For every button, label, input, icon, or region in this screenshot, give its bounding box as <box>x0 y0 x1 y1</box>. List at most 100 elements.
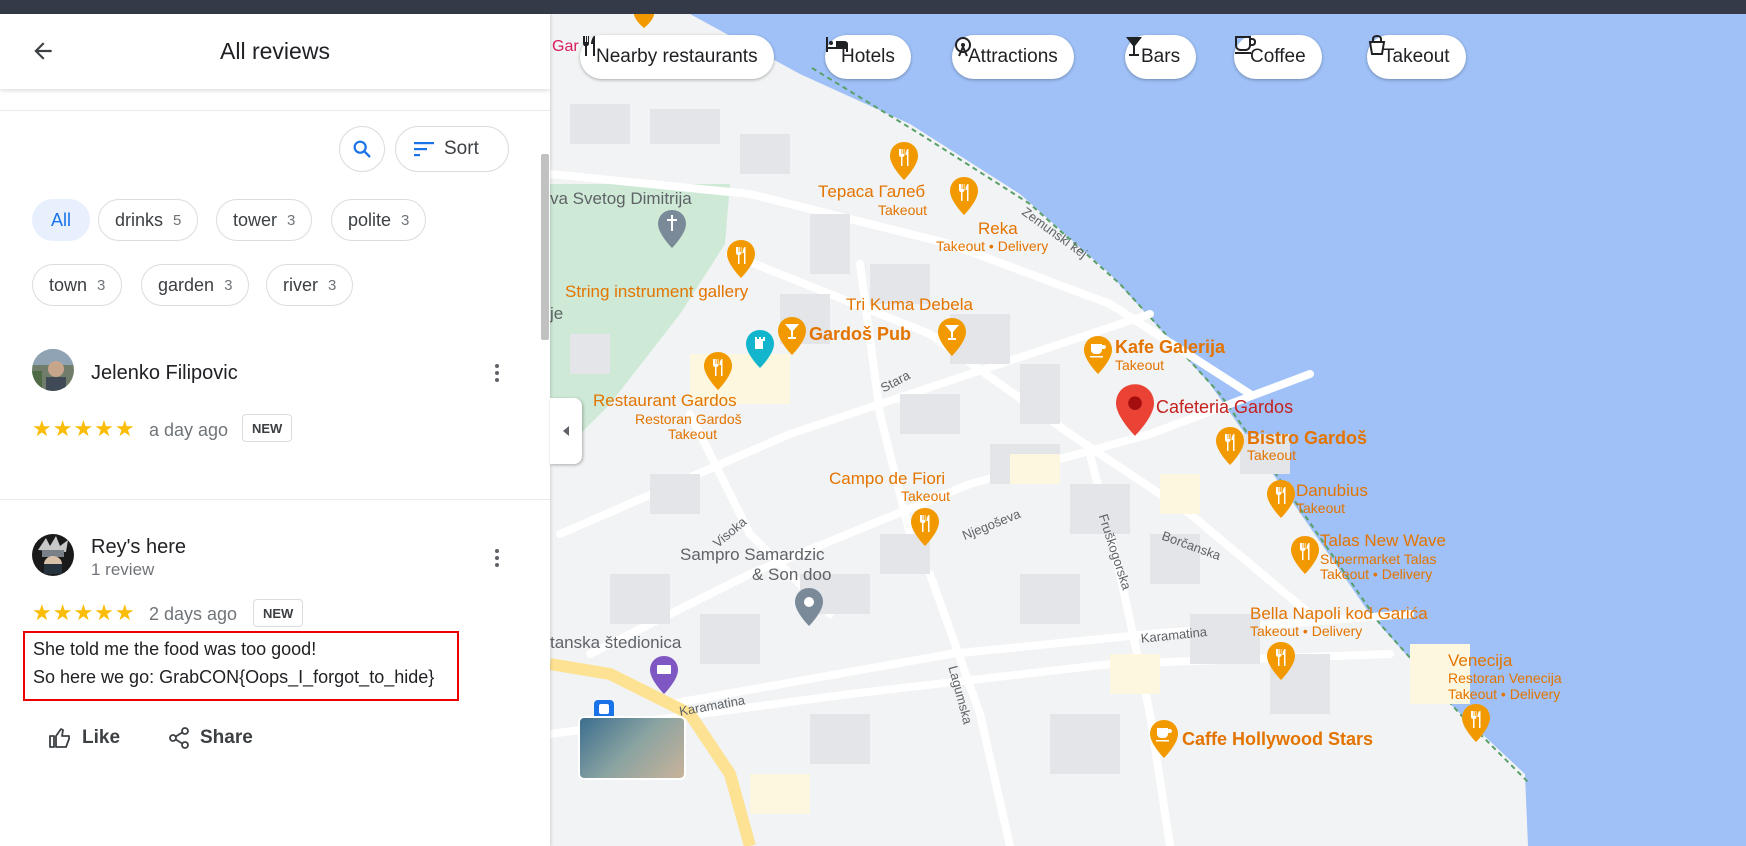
panel-header: All reviews <box>0 14 550 89</box>
share-label: Share <box>200 727 253 748</box>
coffee-pin-icon[interactable] <box>1150 720 1178 758</box>
sort-button[interactable]: Sort <box>395 126 509 172</box>
map-label[interactable]: Danubius <box>1296 481 1368 501</box>
sort-label: Sort <box>444 138 479 159</box>
filter-chip-garden[interactable]: garden 3 <box>141 264 250 306</box>
ferris-wheel-icon <box>955 37 971 57</box>
map-label[interactable]: String instrument gallery <box>565 282 748 302</box>
church-pin-icon[interactable] <box>658 210 686 248</box>
map-label: Takeout • Delivery <box>936 238 1049 254</box>
category-label: Nearby restaurants <box>596 46 758 67</box>
coffee-pin-icon[interactable] <box>1084 336 1112 374</box>
restaurant-pin-icon[interactable] <box>634 14 654 28</box>
divider <box>0 110 550 111</box>
category-chip-restaurants[interactable]: Nearby restaurants <box>580 35 774 79</box>
chip-label: All <box>50 209 71 230</box>
map-label[interactable]: Reka <box>978 219 1018 239</box>
restaurant-pin-icon[interactable] <box>1267 642 1295 680</box>
thumb-up-icon <box>49 728 70 748</box>
filter-chip-tower[interactable]: tower 3 <box>216 199 313 241</box>
category-chip-coffee[interactable]: Coffee <box>1234 35 1322 79</box>
restaurant-pin-icon[interactable] <box>911 508 939 546</box>
restaurant-pin-icon[interactable] <box>1216 427 1244 465</box>
avatar[interactable] <box>32 534 74 576</box>
restaurant-pin-icon[interactable] <box>950 177 978 215</box>
map-label: Takeout <box>1247 447 1297 463</box>
map-label[interactable]: Bistro Gardoš <box>1247 428 1367 449</box>
satellite-layer-thumbnail[interactable] <box>578 716 686 780</box>
selected-place-pin-icon[interactable] <box>1116 384 1154 436</box>
like-button[interactable]: Like <box>48 726 120 750</box>
restaurant-pin-icon[interactable] <box>890 142 918 180</box>
category-chip-attractions[interactable]: Attractions <box>952 35 1074 79</box>
chevron-left-icon <box>563 426 569 436</box>
reviewer-name[interactable]: Rey's here <box>91 536 186 559</box>
filter-chip-river[interactable]: river 3 <box>266 264 354 306</box>
category-chip-hotels[interactable]: Hotels <box>825 35 911 79</box>
category-label: Takeout <box>1383 46 1450 67</box>
avatar[interactable] <box>32 349 74 391</box>
map-label[interactable]: Tri Kuma Debela <box>846 295 973 315</box>
restaurant-pin-icon[interactable] <box>1267 480 1295 518</box>
filter-chip-polite[interactable]: polite 3 <box>331 199 427 241</box>
share-icon <box>169 727 189 749</box>
chip-label: garden <box>158 274 215 295</box>
map-label[interactable]: Bella Napoli kod Garića <box>1250 604 1428 624</box>
window-top-bar <box>0 0 1746 14</box>
place-pin-icon[interactable] <box>795 588 823 626</box>
category-chip-takeout[interactable]: Takeout <box>1367 35 1466 79</box>
category-label: Coffee <box>1250 46 1306 67</box>
map-label: va Svetog Dimitrija <box>550 189 692 208</box>
more-options-button[interactable] <box>487 358 507 388</box>
sort-icon <box>414 142 434 157</box>
map-label[interactable]: Restaurant Gardos <box>593 391 737 411</box>
map-label[interactable]: Sampro Samardzic <box>680 545 825 565</box>
collapse-panel-button[interactable] <box>550 398 582 464</box>
category-chip-bars[interactable]: Bars <box>1125 35 1197 79</box>
tower-pin-icon[interactable] <box>746 330 774 368</box>
more-options-button[interactable] <box>487 543 507 573</box>
like-label: Like <box>82 727 121 748</box>
atm-pin-icon[interactable] <box>650 656 678 694</box>
restaurant-pin-icon[interactable] <box>1462 704 1490 742</box>
review-age: 2 days ago <box>149 604 238 624</box>
share-button[interactable]: Share <box>168 726 253 750</box>
chip-count: 5 <box>173 211 182 229</box>
map-label[interactable]: Gardoš Pub <box>809 324 911 345</box>
map-label: Takeout • Delivery <box>1320 566 1433 582</box>
search-reviews-button[interactable] <box>339 126 385 172</box>
category-label: Attractions <box>968 46 1058 67</box>
chip-count: 3 <box>224 276 233 294</box>
selected-place-label[interactable]: Cafeteria Gardos <box>1156 397 1293 418</box>
map-label[interactable]: & Son doo <box>752 565 831 585</box>
review-text-line: So here we go: GrabCON{Oops_I_forgot_to_… <box>33 667 435 687</box>
map-label[interactable]: Тераса Галеб <box>818 182 925 202</box>
map-canvas[interactable]: Nearby restaurants Hotels Attractions Ba… <box>550 14 1746 846</box>
restaurant-pin-icon[interactable] <box>727 240 755 278</box>
restaurant-pin-icon[interactable] <box>704 352 732 390</box>
reviewer-name[interactable]: Jelenko Filipovic <box>91 362 238 385</box>
map-label[interactable]: Campo de Fiori <box>829 469 945 489</box>
bar-pin-icon[interactable] <box>938 318 966 356</box>
bar-pin-icon[interactable] <box>778 317 806 355</box>
chip-count: 3 <box>328 276 337 294</box>
filter-chip-drinks[interactable]: drinks 5 <box>98 199 199 241</box>
map-label[interactable]: Caffe Hollywood Stars <box>1182 729 1373 750</box>
new-badge: NEW <box>253 599 304 627</box>
filter-chip-all[interactable]: All <box>32 199 90 241</box>
map-label: Takeout • Delivery <box>1250 623 1363 639</box>
chip-count: 3 <box>97 276 106 294</box>
restaurant-pin-icon[interactable] <box>1291 536 1319 574</box>
map-label[interactable]: Kafe Galerija <box>1115 337 1225 358</box>
review-text-line: She told me the food was too good! <box>33 639 317 659</box>
map-label[interactable]: Talas New Wave <box>1320 531 1446 551</box>
chip-label: river <box>283 274 318 295</box>
map-label[interactable]: Venecija <box>1448 651 1512 671</box>
map-label: Takeout <box>901 488 951 504</box>
map-label: je <box>550 304 564 323</box>
map-label: Takeout • Delivery <box>1448 686 1561 702</box>
filter-chip-town[interactable]: town 3 <box>32 264 123 306</box>
scrollbar[interactable] <box>541 154 549 340</box>
map-label: Takeout <box>878 202 928 218</box>
search-icon <box>353 140 371 158</box>
